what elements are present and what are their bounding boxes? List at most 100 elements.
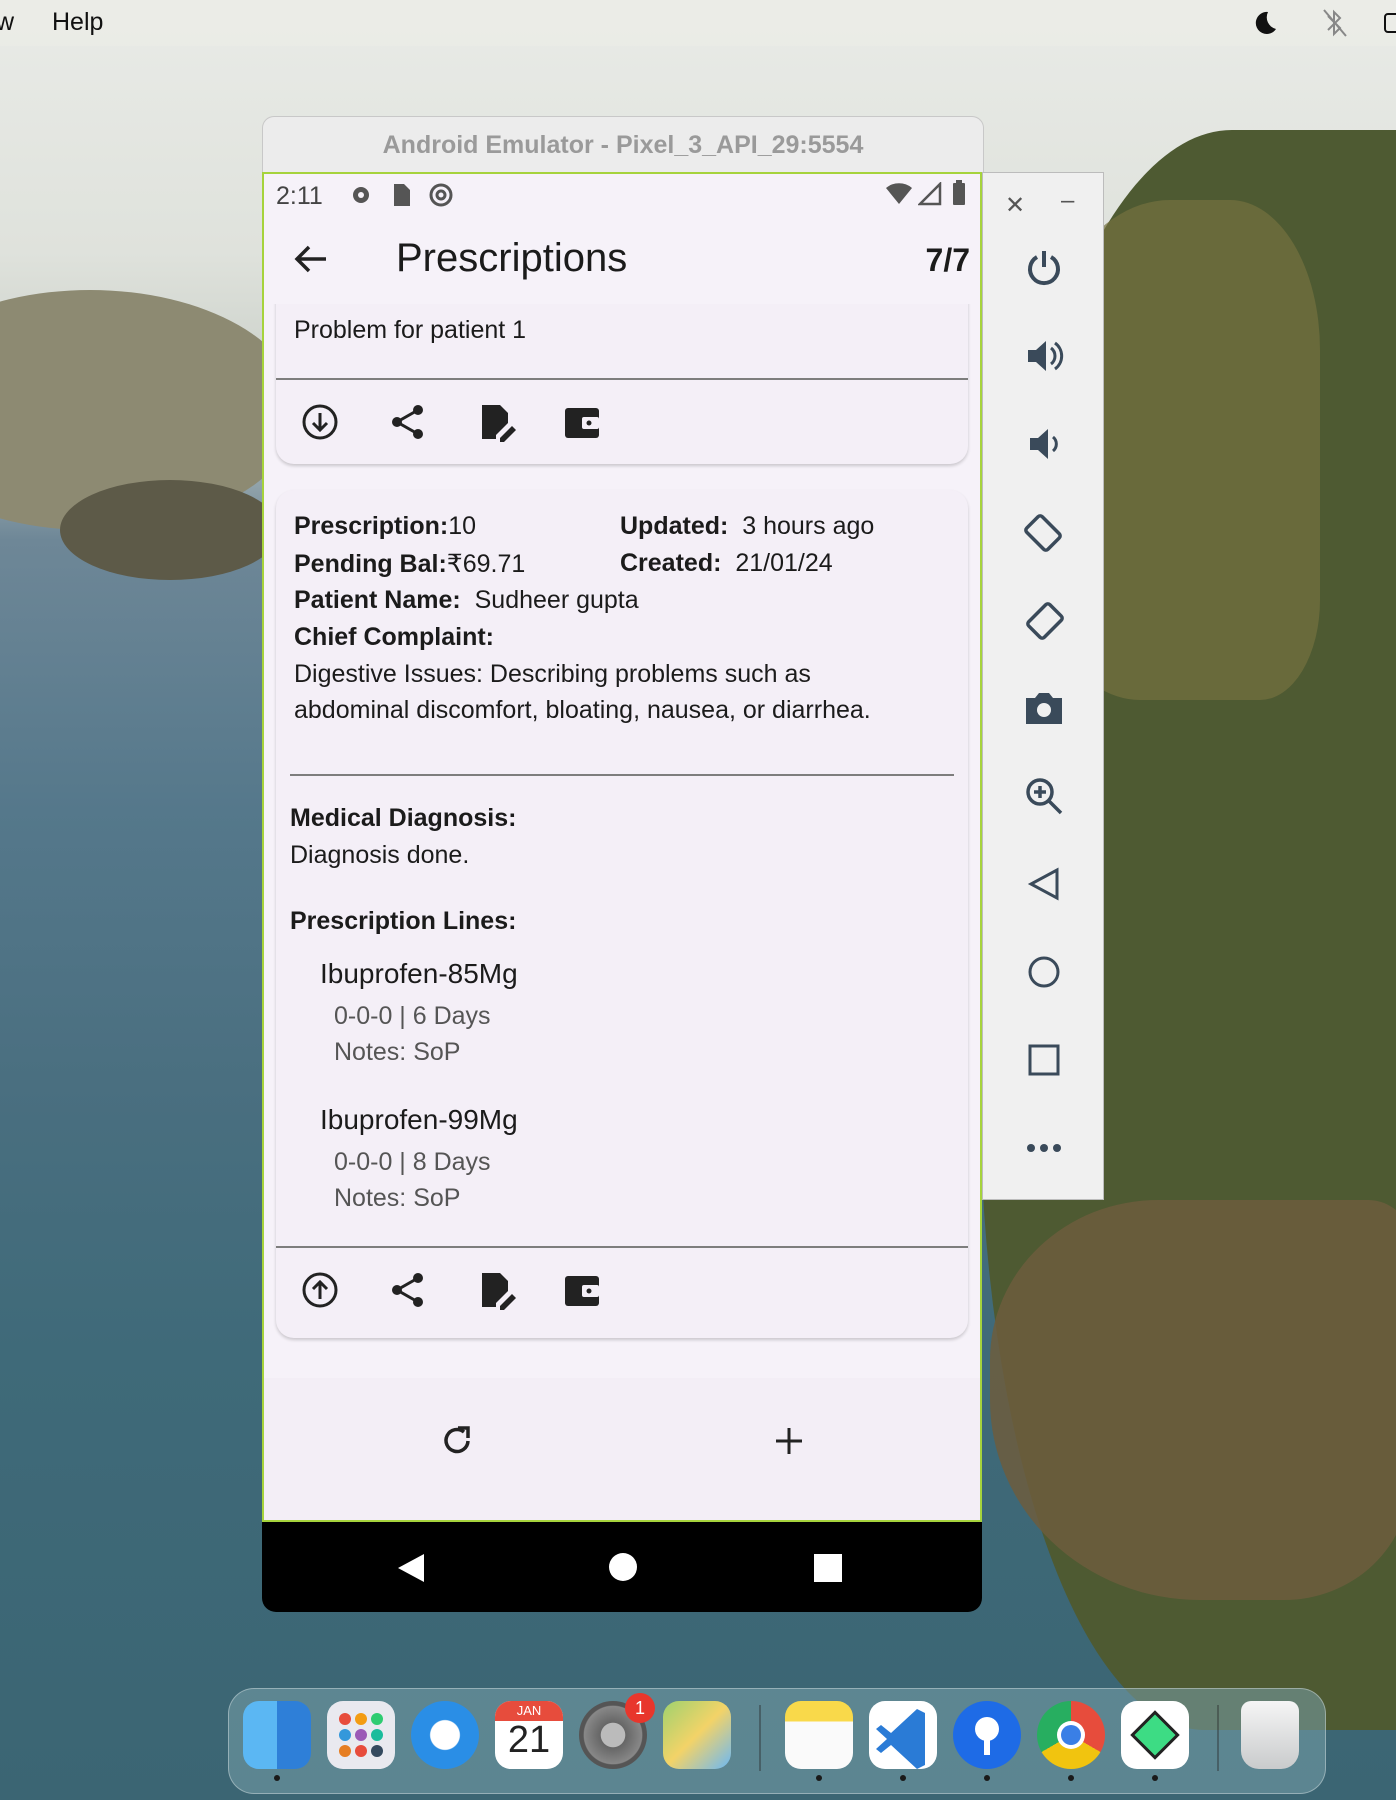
refresh-icon[interactable] [440,1424,474,1463]
notification-badge: 1 [625,1693,655,1723]
android-navigation-bar [262,1522,982,1612]
finder-icon[interactable] [243,1701,311,1769]
line-2-notes: Notes: SoP [334,1184,461,1212]
complaint-line-2: abdominal discomfort, bloating, nausea, … [294,696,871,724]
mac-dock: JAN 21 1 [228,1688,1326,1794]
dark-mode-icon[interactable] [1250,8,1280,45]
back-triangle-icon[interactable] [1017,857,1071,911]
patient-value: Sudheer gupta [474,586,639,614]
overview-square-icon[interactable] [1017,1033,1071,1087]
card-action-row [276,378,968,466]
zoom-icon[interactable] [1017,769,1071,823]
add-icon[interactable] [772,1424,806,1463]
running-indicator [1152,1775,1158,1781]
home-circle-icon[interactable] [1017,945,1071,999]
prescription-label: Prescription: [294,512,449,540]
close-icon[interactable]: ✕ [1005,191,1025,220]
left-rock [60,480,280,580]
status-time: 2:11 [276,182,323,210]
line-2-dosage: 0-0-0 | 8 Days [334,1148,491,1176]
record-counter: 7/7 [925,242,970,278]
notes-icon[interactable] [785,1701,853,1769]
control-center-icon[interactable] [1384,8,1396,45]
card-action-row [276,1246,968,1334]
sdcard-status-icon [390,182,412,215]
nav-home-icon[interactable] [608,1552,638,1587]
running-indicator [816,1775,822,1781]
android-status-bar: 2:11 [264,174,980,214]
launchpad-icon[interactable] [327,1701,395,1769]
running-indicator [984,1775,990,1781]
vscode-icon[interactable] [869,1701,937,1769]
rotate-left-icon[interactable] [1017,505,1071,559]
prescription-id-row: Prescription:10 [294,512,476,541]
safari-icon[interactable] [411,1701,479,1769]
chrome-icon[interactable] [1037,1701,1105,1769]
rotate-right-icon[interactable] [1017,593,1071,647]
running-indicator [900,1775,906,1781]
maps-icon[interactable] [663,1701,731,1769]
power-icon[interactable] [1017,241,1071,295]
camera-icon[interactable] [1017,681,1071,735]
volume-up-icon[interactable] [1017,329,1071,383]
bottom-action-bar [264,1378,980,1520]
edit-note-icon[interactable] [476,402,516,442]
line-1-dosage: 0-0-0 | 6 Days [334,1002,491,1030]
menu-partial[interactable]: w [0,8,14,37]
bluetooth-off-icon[interactable] [1322,8,1348,45]
updated-value: 3 hours ago [742,512,875,540]
dock-separator [759,1705,761,1771]
wallet-icon[interactable] [562,1270,602,1310]
divider [290,774,954,776]
minimize-icon[interactable]: – [1061,187,1074,215]
upload-icon[interactable] [300,1270,340,1310]
share-icon[interactable] [388,1270,428,1310]
app-bar: Prescriptions 7/7 [264,214,980,304]
at-status-icon [428,182,454,215]
trash-icon[interactable] [1241,1701,1299,1769]
line-2-name: Ibuprofen-99Mg [320,1104,518,1135]
updated-row: Updated: 3 hours ago [620,512,874,541]
line-1-name: Ibuprofen-85Mg [320,958,518,989]
more-icon[interactable] [1017,1121,1071,1175]
calendar-icon[interactable]: JAN 21 [495,1701,563,1769]
created-row: Created: 21/01/24 [620,549,833,578]
diagnosis-label: Medical Diagnosis: [290,804,517,832]
prescription-lines-label: Prescription Lines: [290,907,517,935]
running-indicator [274,1775,280,1781]
volume-down-icon[interactable] [1017,417,1071,471]
nav-recents-icon[interactable] [814,1554,842,1587]
edit-note-icon[interactable] [476,1270,516,1310]
android-studio-icon[interactable] [1121,1701,1189,1769]
menu-help[interactable]: Help [52,8,103,37]
prescription-list[interactable]: Problem for patient 1 Prescription:10 Up… [264,304,980,1366]
line-1-notes: Notes: SoP [334,1038,461,1066]
emulator-title-bar[interactable]: Android Emulator - Pixel_3_API_29:5554 [262,116,984,175]
mac-menu-bar: w Help [0,0,1396,46]
created-label: Created: [620,549,722,577]
share-icon[interactable] [388,402,428,442]
map-pin-app-icon[interactable] [953,1701,1021,1769]
emulator-side-toolbar: ✕ – [982,172,1104,1200]
complaint-label: Chief Complaint: [294,623,494,651]
nav-back-icon[interactable] [396,1552,426,1589]
prescription-value: 10 [448,512,477,540]
wallet-icon[interactable] [562,402,602,442]
prescription-card-previous: Problem for patient 1 [276,304,968,464]
running-indicator [1068,1775,1074,1781]
problem-text: Problem for patient 1 [294,316,527,344]
pending-label: Pending Bal: [294,550,447,578]
pending-value: ₹69.71 [446,550,526,578]
emulator-title: Android Emulator - Pixel_3_API_29:5554 [382,131,864,159]
settings-status-icon [348,182,374,215]
download-icon[interactable] [300,402,340,442]
created-value: 21/01/24 [735,549,833,577]
prescription-card: Prescription:10 Updated: 3 hours ago Pen… [276,490,968,1338]
back-arrow-icon[interactable] [294,244,328,279]
updated-label: Updated: [620,512,729,540]
dock-separator [1217,1705,1219,1771]
patient-label: Patient Name: [294,586,461,614]
pending-row: Pending Bal:₹69.71 [294,549,525,579]
battery-icon [952,180,966,213]
diagnosis-value: Diagnosis done. [290,841,470,869]
